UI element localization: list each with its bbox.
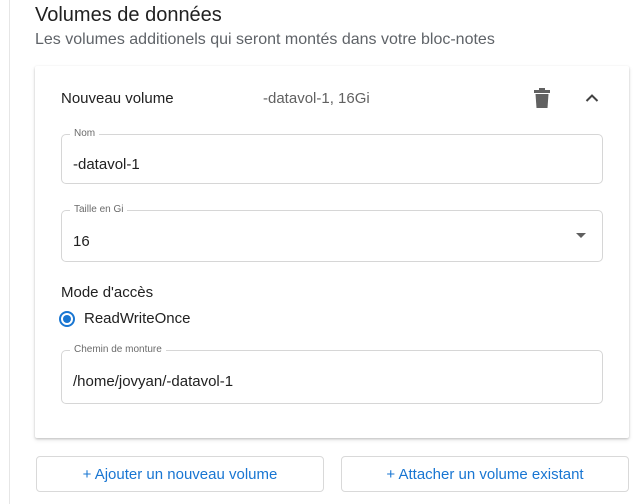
mount-path-field[interactable]: Chemin de monture /home/jovyan/-datavol-… <box>61 344 603 404</box>
access-mode-radio[interactable]: ReadWriteOnce <box>59 310 190 327</box>
mount-path-field-value: /home/jovyan/-datavol-1 <box>73 373 234 390</box>
size-select-value: 16 <box>73 233 90 250</box>
radio-selected-dot <box>63 314 71 323</box>
left-divider <box>9 0 10 504</box>
volume-card: Nouveau volume -datavol-1, 16Gi Nom -dat… <box>35 66 629 438</box>
size-select[interactable]: Taille en Gi 16 <box>61 204 603 262</box>
name-field-label: Nom <box>70 128 100 140</box>
volume-header-name: Nouveau volume <box>61 90 174 107</box>
delete-volume-button[interactable] <box>530 86 554 110</box>
section-title: Volumes de données <box>35 4 222 26</box>
volume-header-summary: -datavol-1, 16Gi <box>263 90 370 107</box>
add-new-volume-button[interactable]: + Ajouter un nouveau volume <box>36 456 324 492</box>
access-mode-option-label: ReadWriteOnce <box>84 310 191 327</box>
collapse-button[interactable] <box>580 86 604 110</box>
attach-existing-volume-button[interactable]: + Attacher un volume existant <box>341 456 629 492</box>
access-mode-title: Mode d'accès <box>61 284 154 301</box>
size-select-label: Taille en Gi <box>70 204 128 216</box>
section-subtitle: Les volumes additionels qui seront monté… <box>35 31 495 48</box>
name-field-value: -datavol-1 <box>73 156 140 173</box>
radio-button[interactable] <box>59 310 75 327</box>
chevron-up-icon <box>585 94 599 102</box>
mount-path-field-label: Chemin de monture <box>70 344 166 356</box>
trash-icon <box>534 88 550 108</box>
name-field[interactable]: Nom -datavol-1 <box>61 128 603 184</box>
caret-down-icon <box>576 233 586 238</box>
